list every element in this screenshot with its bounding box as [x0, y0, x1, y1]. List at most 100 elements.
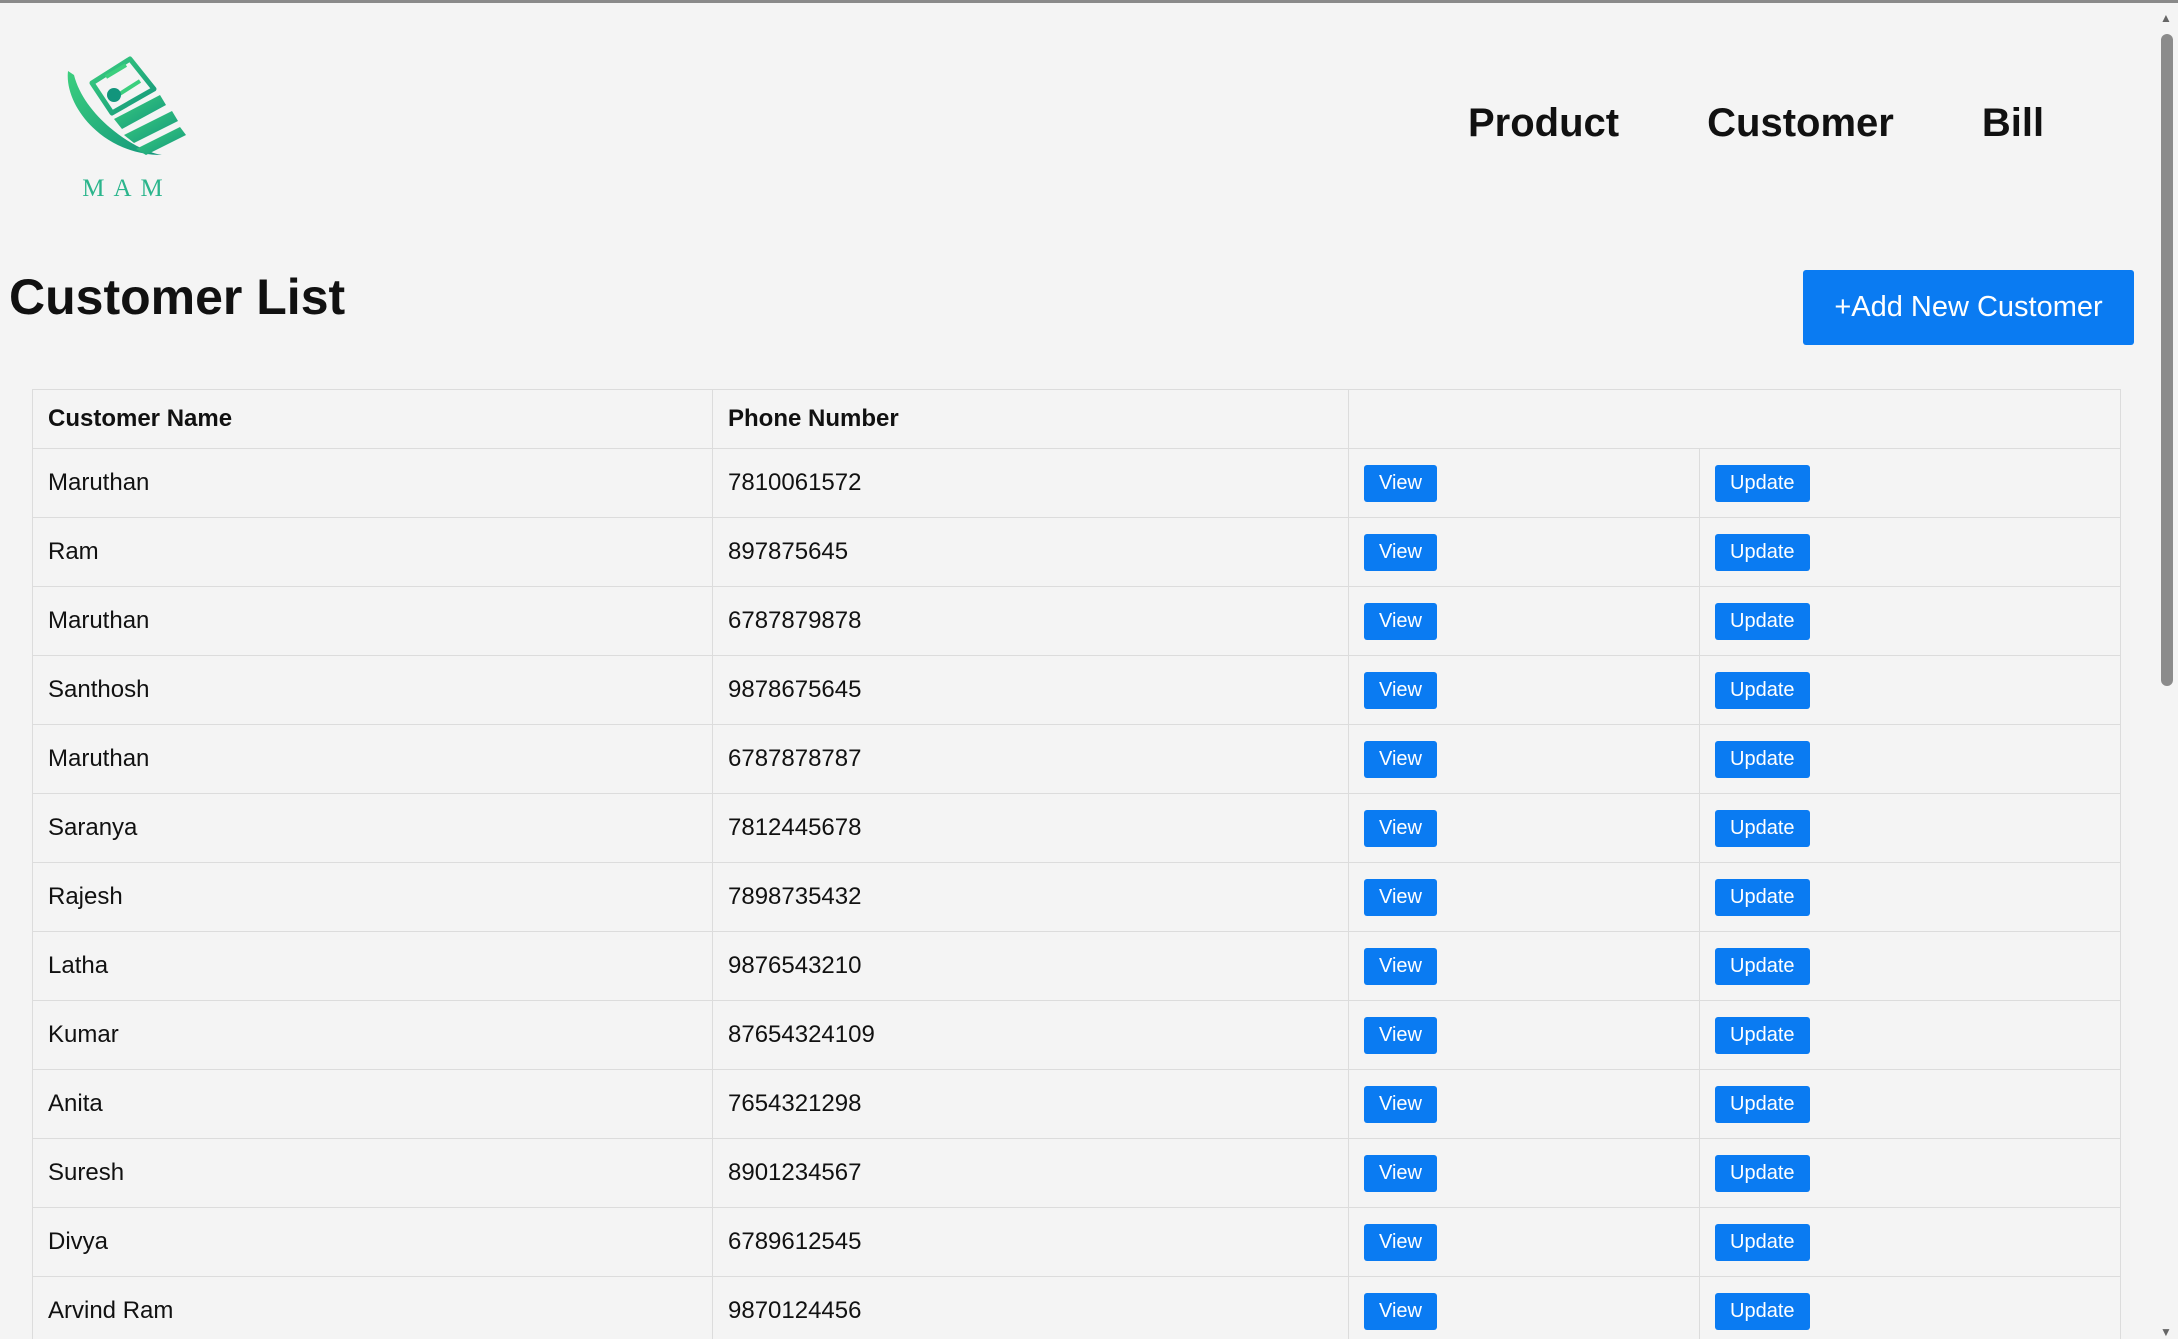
- phone-number-cell: 7898735432: [712, 862, 1349, 932]
- update-button[interactable]: Update: [1715, 1085, 1810, 1123]
- update-cell: Update: [1699, 1276, 2121, 1339]
- customer-name-cell: Ram: [32, 517, 713, 587]
- brand-logo[interactable]: MAM: [62, 55, 192, 205]
- view-button[interactable]: View: [1364, 1154, 1437, 1192]
- table-row: Maruthan 6787878787 View Update: [32, 724, 2121, 794]
- customer-name-cell: Maruthan: [32, 448, 713, 518]
- table-row: Maruthan 6787879878 View Update: [32, 586, 2121, 656]
- nav-customer[interactable]: Customer: [1707, 98, 1894, 148]
- update-button[interactable]: Update: [1715, 1016, 1810, 1054]
- view-button[interactable]: View: [1364, 809, 1437, 847]
- update-button[interactable]: Update: [1715, 533, 1810, 571]
- update-button[interactable]: Update: [1715, 947, 1810, 985]
- phone-number-cell: 9876543210: [712, 931, 1349, 1001]
- phone-number-cell: 6789612545: [712, 1207, 1349, 1277]
- update-button[interactable]: Update: [1715, 1223, 1810, 1261]
- update-button[interactable]: Update: [1715, 671, 1810, 709]
- phone-number-cell: 8901234567: [712, 1138, 1349, 1208]
- view-button[interactable]: View: [1364, 533, 1437, 571]
- column-header-phone-number: Phone Number: [712, 389, 1349, 449]
- page: MAM Product Customer Bill Customer List …: [0, 0, 2178, 1339]
- page-title: Customer List: [9, 269, 346, 325]
- view-button[interactable]: View: [1364, 740, 1437, 778]
- customer-name-cell: Latha: [32, 931, 713, 1001]
- view-button[interactable]: View: [1364, 464, 1437, 502]
- update-cell: Update: [1699, 1138, 2121, 1208]
- customer-name-cell: Saranya: [32, 793, 713, 863]
- update-cell: Update: [1699, 1069, 2121, 1139]
- update-cell: Update: [1699, 724, 2121, 794]
- nav-product[interactable]: Product: [1468, 98, 1619, 148]
- table-row: Anita 7654321298 View Update: [32, 1069, 2121, 1139]
- update-button[interactable]: Update: [1715, 878, 1810, 916]
- phone-number-cell: 9870124456: [712, 1276, 1349, 1339]
- table-header: Customer Name Phone Number: [32, 389, 2121, 449]
- customer-name-cell: Santhosh: [32, 655, 713, 725]
- update-cell: Update: [1699, 517, 2121, 587]
- nav-bill[interactable]: Bill: [1982, 98, 2044, 148]
- update-cell: Update: [1699, 586, 2121, 656]
- view-cell: View: [1348, 1069, 1700, 1139]
- table-header-row: Customer Name Phone Number: [32, 389, 2121, 449]
- view-cell: View: [1348, 793, 1700, 863]
- view-button[interactable]: View: [1364, 1292, 1437, 1330]
- update-button[interactable]: Update: [1715, 464, 1810, 502]
- table-body: Maruthan 7810061572 View Update Ram 897875645…: [32, 448, 2121, 1339]
- update-cell: Update: [1699, 448, 2121, 518]
- phone-number-cell: 87654324109: [712, 1000, 1349, 1070]
- phone-number-cell: 9878675645: [712, 655, 1349, 725]
- customer-name-cell: Anita: [32, 1069, 713, 1139]
- scroll-down-arrow-icon[interactable]: ▼: [2154, 1322, 2178, 1339]
- scroll-up-arrow-icon[interactable]: ▲: [2154, 8, 2178, 28]
- table-row: Suresh 8901234567 View Update: [32, 1138, 2121, 1208]
- view-button[interactable]: View: [1364, 671, 1437, 709]
- column-header-customer-name: Customer Name: [32, 389, 713, 449]
- view-button[interactable]: View: [1364, 878, 1437, 916]
- view-cell: View: [1348, 862, 1700, 932]
- view-button[interactable]: View: [1364, 1085, 1437, 1123]
- brand-logo-text: MAM: [82, 175, 172, 202]
- add-new-customer-button[interactable]: +Add New Customer: [1803, 270, 2134, 345]
- customer-table: Customer Name Phone Number Maruthan 78100…: [32, 389, 2121, 1339]
- view-cell: View: [1348, 448, 1700, 518]
- table-row: Ram 897875645 View Update: [32, 517, 2121, 587]
- view-cell: View: [1348, 655, 1700, 725]
- customer-table-container: Customer Name Phone Number Maruthan 78100…: [32, 389, 2121, 1339]
- update-cell: Update: [1699, 931, 2121, 1001]
- view-cell: View: [1348, 1138, 1700, 1208]
- update-button[interactable]: Update: [1715, 1292, 1810, 1330]
- update-button[interactable]: Update: [1715, 809, 1810, 847]
- phone-number-cell: 7812445678: [712, 793, 1349, 863]
- customer-name-cell: Kumar: [32, 1000, 713, 1070]
- view-button[interactable]: View: [1364, 947, 1437, 985]
- customer-name-cell: Maruthan: [32, 586, 713, 656]
- view-cell: View: [1348, 517, 1700, 587]
- view-button[interactable]: View: [1364, 1223, 1437, 1261]
- view-button[interactable]: View: [1364, 1016, 1437, 1054]
- view-button[interactable]: View: [1364, 602, 1437, 640]
- customer-name-cell: Suresh: [32, 1138, 713, 1208]
- view-cell: View: [1348, 1276, 1700, 1339]
- update-cell: Update: [1699, 793, 2121, 863]
- column-header-actions: [1348, 389, 2121, 449]
- table-row: Saranya 7812445678 View Update: [32, 793, 2121, 863]
- table-row: Kumar 87654324109 View Update: [32, 1000, 2121, 1070]
- phone-number-cell: 897875645: [712, 517, 1349, 587]
- money-wings-logo-icon: [67, 56, 186, 155]
- view-cell: View: [1348, 931, 1700, 1001]
- update-cell: Update: [1699, 1207, 2121, 1277]
- main-nav: Product Customer Bill: [1468, 98, 2044, 148]
- table-row: Latha 9876543210 View Update: [32, 931, 2121, 1001]
- vertical-scrollbar[interactable]: ▲ ▼: [2154, 6, 2178, 1339]
- customer-name-cell: Maruthan: [32, 724, 713, 794]
- update-button[interactable]: Update: [1715, 1154, 1810, 1192]
- view-cell: View: [1348, 1000, 1700, 1070]
- update-button[interactable]: Update: [1715, 740, 1810, 778]
- table-row: Arvind Ram 9870124456 View Update: [32, 1276, 2121, 1339]
- update-button[interactable]: Update: [1715, 602, 1810, 640]
- customer-name-cell: Arvind Ram: [32, 1276, 713, 1339]
- table-row: Santhosh 9878675645 View Update: [32, 655, 2121, 725]
- customer-name-cell: Rajesh: [32, 862, 713, 932]
- update-cell: Update: [1699, 862, 2121, 932]
- scrollbar-thumb[interactable]: [2161, 34, 2173, 686]
